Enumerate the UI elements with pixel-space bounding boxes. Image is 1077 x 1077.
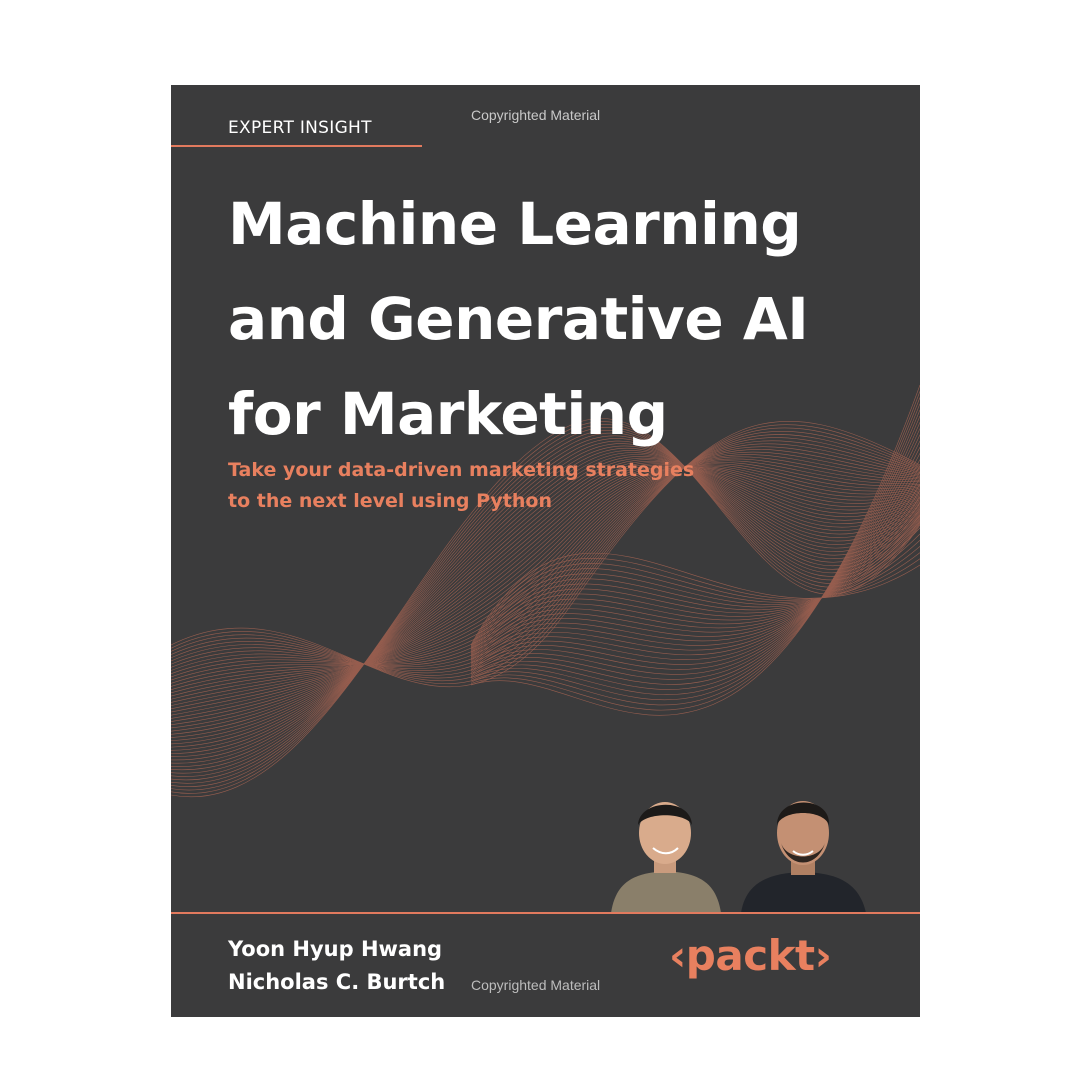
book-cover: EXPERT INSIGHT Copyrighted Material Mach… [171, 85, 920, 1017]
title-line-3: for Marketing [228, 380, 668, 448]
author-names: Yoon Hyup Hwang Nicholas C. Burtch [228, 933, 445, 999]
author-photo [611, 801, 866, 913]
watermark-bottom: Copyrighted Material [471, 977, 601, 993]
author-2: Nicholas C. Burtch [228, 970, 446, 994]
series-divider [171, 145, 422, 147]
title-line-2: and Generative AI [228, 285, 809, 353]
watermark-top: Copyrighted Material [471, 107, 601, 123]
publisher-logo: ‹packt› [669, 931, 832, 980]
book-subtitle: Take your data-driven marketing strategi… [228, 455, 848, 517]
series-label: EXPERT INSIGHT [228, 118, 372, 138]
title-line-1: Machine Learning [228, 190, 802, 258]
subtitle-line-1: Take your data-driven marketing strategi… [228, 459, 695, 481]
book-title: Machine Learning and Generative AI for M… [228, 177, 908, 462]
subtitle-line-2: to the next level using Python [228, 490, 552, 512]
bottom-divider [171, 912, 920, 914]
author-1: Yoon Hyup Hwang [228, 937, 443, 961]
